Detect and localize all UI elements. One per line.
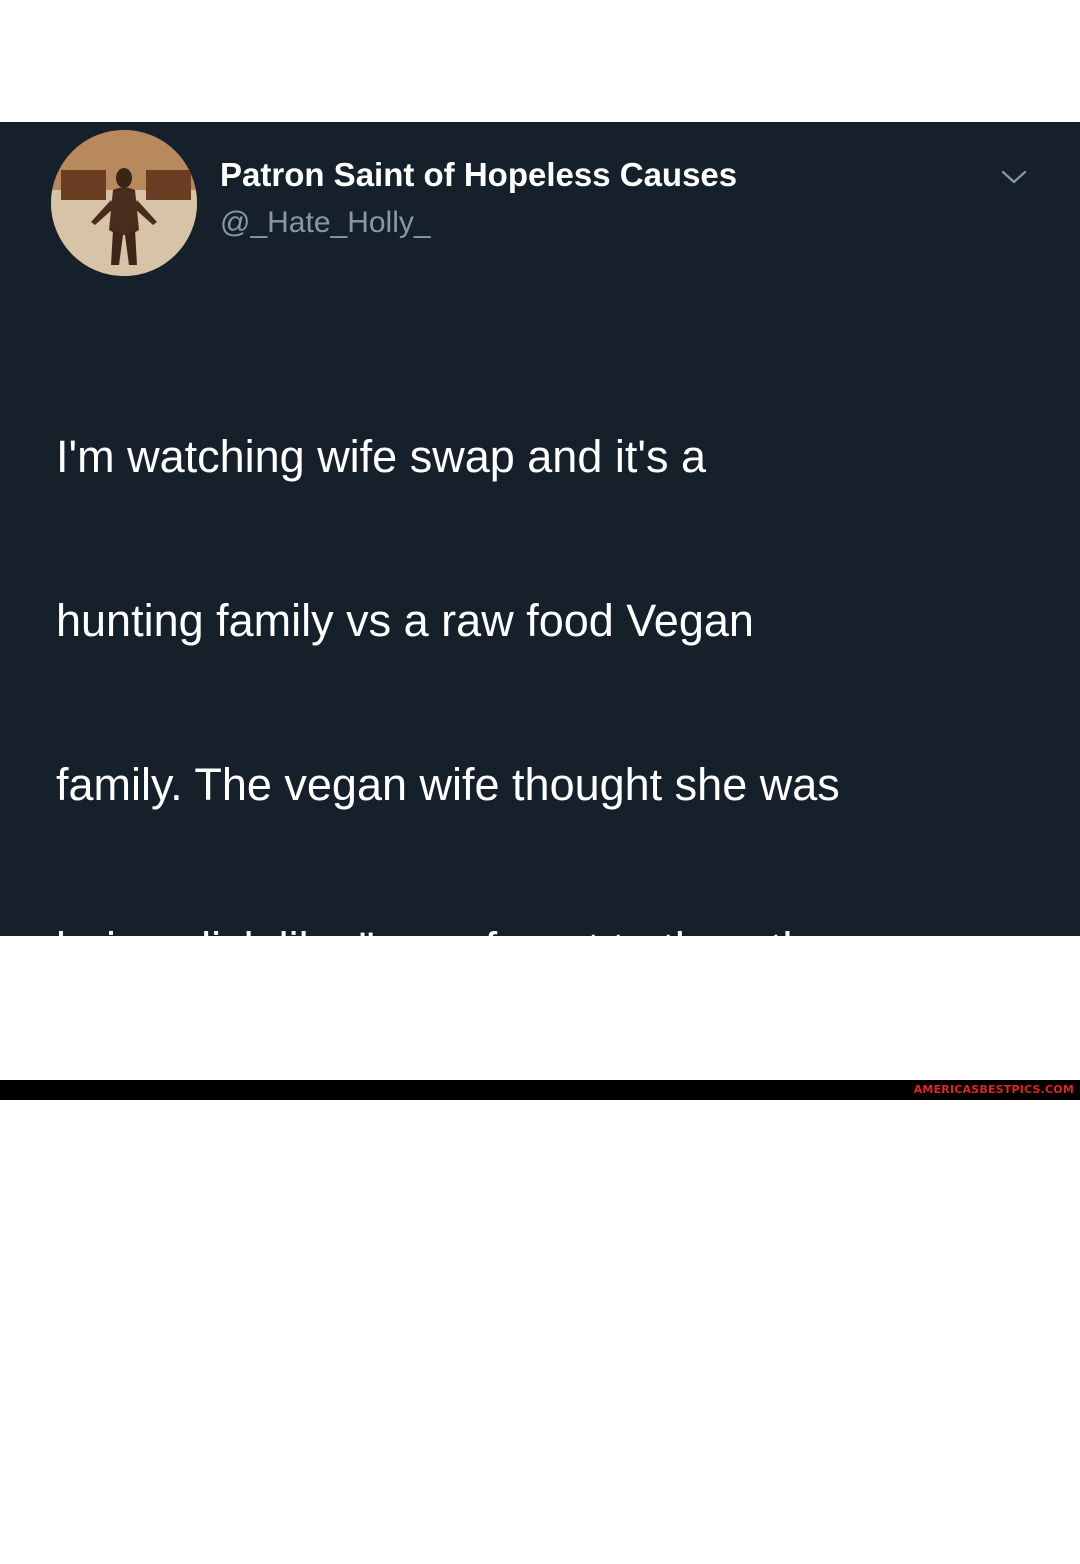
- tweet-text-line: mf went in the backyard and shot a: [56, 1251, 754, 1302]
- user-handle[interactable]: @_Hate_Holly_: [220, 206, 431, 240]
- chevron-down-icon[interactable]: [1000, 166, 1028, 188]
- footer-bar: AMERICASBESTPICS.COM: [0, 1080, 1080, 1100]
- tweet-card: Patron Saint of Hopeless Causes @_Hate_H…: [0, 122, 1080, 1466]
- tweet-text: I'm watching wife swap and it's a huntin…: [56, 334, 1046, 1564]
- tweet-text-line: I'm watching wife swap and it's a: [56, 431, 706, 482]
- tweet-text-line: hunting family vs a raw food Vegan: [56, 595, 754, 646]
- display-name[interactable]: Patron Saint of Hopeless Causes: [220, 156, 737, 194]
- avatar-photo-icon: [51, 130, 197, 276]
- avatar[interactable]: [51, 130, 197, 276]
- watermark: AMERICASBESTPICS.COM: [913, 1083, 1074, 1096]
- tweet-text-line: family. The vegan wife thought she was: [56, 759, 840, 810]
- tweet-text-line: rabbit LMFAO: [56, 1415, 334, 1466]
- tweet-text-line: being slick like "oops forgot to thaw th…: [56, 923, 833, 974]
